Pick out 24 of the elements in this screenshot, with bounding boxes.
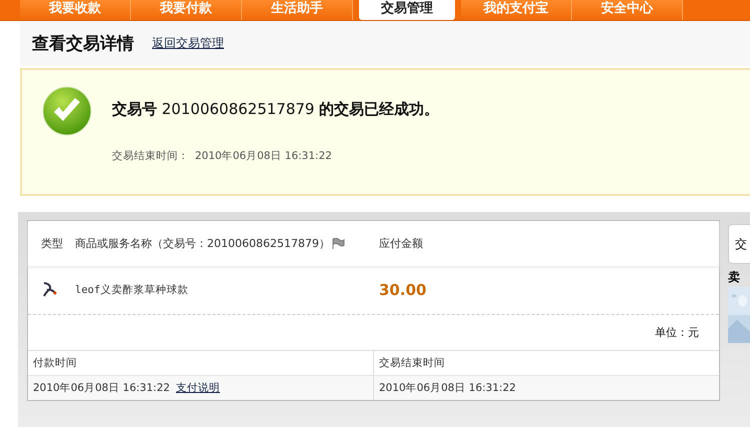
side-heading: 卖 xyxy=(728,269,741,286)
nav-tab[interactable]: 我的支付宝 xyxy=(461,0,572,20)
payment-info-link[interactable]: 支付说明 xyxy=(176,376,220,400)
side-tab[interactable]: 交 xyxy=(728,224,750,264)
flag-icon[interactable] xyxy=(332,238,345,249)
unit-label: 单位：元 xyxy=(655,324,699,340)
item-name: leof义卖酢浆草种球款 xyxy=(75,283,190,298)
amount: 30.00 xyxy=(379,281,428,300)
table-cell-text: 2010年06月08日 16:31:22 xyxy=(379,381,516,396)
column-header: 应付金额 xyxy=(379,236,424,251)
checkmark-icon xyxy=(42,86,92,136)
table-cell-text: 2010年06月08日 16:31:22 xyxy=(33,381,170,396)
end-time-value: 2010年06月08日 16:31:22 xyxy=(195,149,332,163)
back-link[interactable]: 返回交易管理 xyxy=(152,35,224,52)
column-header: 商品或服务名称（交易号：2010060862517879） xyxy=(75,236,330,251)
nav-tab[interactable]: 我要收款 xyxy=(20,0,131,20)
nav-tab[interactable]: 我要付款 xyxy=(131,0,242,20)
column-header: 类型 xyxy=(40,236,64,251)
nav-tab[interactable]: 生活助手 xyxy=(242,0,353,20)
success-message: 交易号 2010060862517879 的交易已经成功。 xyxy=(112,100,440,119)
page-title: 查看交易详情 xyxy=(32,33,134,55)
nav-tab[interactable]: 交易管理 xyxy=(359,0,455,20)
nav-tab[interactable]: 安全中心 xyxy=(572,0,683,20)
end-time-label: 交易结束时间： xyxy=(112,149,189,163)
